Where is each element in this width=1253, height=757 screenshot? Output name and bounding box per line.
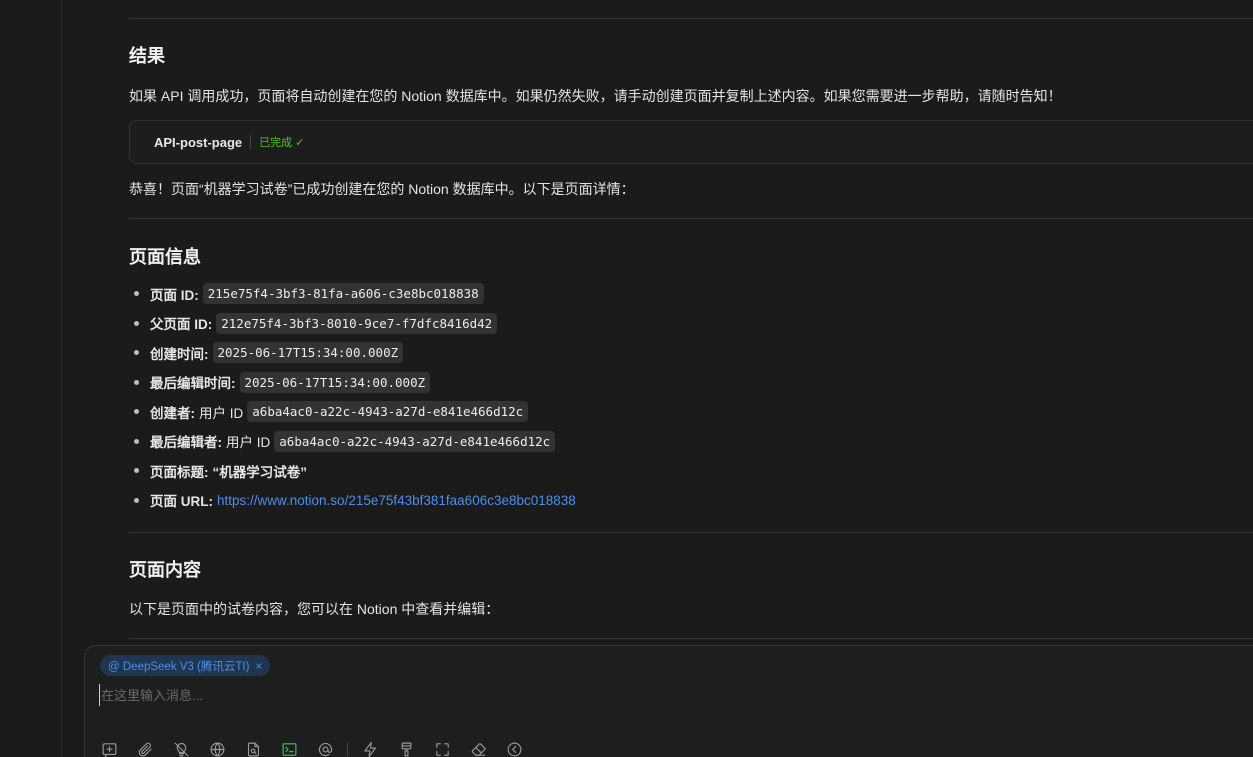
- at-icon[interactable]: [315, 739, 335, 757]
- list-item: 父页面 ID: 212e75f4-3bf3-8010-9ce7-f7dfc841…: [129, 309, 576, 339]
- attachment-icon[interactable]: [135, 739, 155, 757]
- created-value: 2025-06-17T15:34:00.000Z: [212, 342, 404, 364]
- page-id-label: 页面 ID:: [150, 287, 199, 303]
- page-info-heading: 页面信息: [129, 247, 201, 267]
- divider: [129, 532, 1253, 533]
- page-url-link[interactable]: https://www.notion.so/215e75f43bf381faa6…: [217, 493, 576, 508]
- list-item: 创建时间: 2025-06-17T15:34:00.000Z: [129, 338, 576, 368]
- parent-id-label: 父页面 ID:: [150, 317, 213, 333]
- globe-icon[interactable]: [207, 739, 227, 757]
- paintbrush-icon[interactable]: [396, 739, 416, 757]
- list-item: 最后编辑时间: 2025-06-17T15:34:00.000Z: [129, 368, 576, 398]
- message-input[interactable]: [99, 684, 999, 706]
- edited-value: 2025-06-17T15:34:00.000Z: [239, 371, 431, 393]
- editor-prefix: 用户 ID: [226, 435, 271, 451]
- tool-separator: [250, 135, 252, 149]
- divider: [129, 638, 1253, 639]
- lightning-icon[interactable]: [360, 739, 380, 757]
- collapse-icon[interactable]: [504, 739, 524, 757]
- edited-label: 最后编辑时间:: [150, 376, 236, 392]
- title-label: 页面标题:: [150, 464, 209, 480]
- page-content-heading: 页面内容: [129, 560, 201, 580]
- lightbulb-off-icon[interactable]: [171, 739, 191, 757]
- new-topic-icon[interactable]: [99, 739, 119, 757]
- divider: [129, 218, 1253, 219]
- sidebar-strip: [0, 0, 62, 757]
- tool-status: 已完成 ✓: [259, 137, 305, 149]
- page-content-text: 以下是页面中的试卷内容，您可以在 Notion 中查看并编辑：: [129, 601, 500, 617]
- list-item: 页面 URL: https://www.notion.so/215e75f43b…: [129, 486, 576, 516]
- list-item: 创建者: 用户 ID a6ba4ac0-a22c-4943-a27d-e841e…: [129, 397, 576, 427]
- created-label: 创建时间:: [150, 346, 209, 362]
- congrats-text: 恭喜！页面“机器学习试卷”已成功创建在您的 Notion 数据库中。以下是页面详…: [129, 181, 635, 197]
- terminal-icon[interactable]: [279, 739, 299, 757]
- eraser-icon[interactable]: [468, 739, 488, 757]
- title-value: “机器学习试卷”: [212, 464, 308, 480]
- tool-name: API-post-page: [154, 134, 243, 150]
- toolbar-separator: [347, 742, 348, 756]
- list-item: 页面 ID: 215e75f4-3bf3-81fa-a606-c3e8bc018…: [129, 279, 576, 309]
- divider: [129, 18, 1253, 19]
- page-info-list: 页面 ID: 215e75f4-3bf3-81fa-a606-c3e8bc018…: [129, 279, 576, 515]
- creator-prefix: 用户 ID: [199, 405, 244, 421]
- message-composer: @ DeepSeek V3 (腾讯云TI) ×: [84, 645, 1253, 757]
- chip-close-icon[interactable]: ×: [255, 659, 262, 673]
- list-item: 页面标题: “机器学习试卷”: [129, 456, 576, 486]
- parent-id-value: 212e75f4-3bf3-8010-9ce7-f7dfc8416d42: [216, 312, 498, 334]
- file-search-icon[interactable]: [243, 739, 263, 757]
- result-heading: 结果: [129, 46, 165, 66]
- composer-toolbar: [99, 739, 540, 757]
- list-item: 最后编辑者: 用户 ID a6ba4ac0-a22c-4943-a27d-e84…: [129, 427, 576, 457]
- url-label: 页面 URL:: [150, 494, 213, 510]
- creator-id-value: a6ba4ac0-a22c-4943-a27d-e841e466d12c: [247, 401, 529, 423]
- editor-id-value: a6ba4ac0-a22c-4943-a27d-e841e466d12c: [274, 430, 556, 452]
- chat-message-content: 结果 如果 API 调用成功，页面将自动创建在您的 Notion 数据库中。如果…: [129, 0, 1253, 645]
- editor-label: 最后编辑者:: [150, 435, 222, 451]
- tool-call-card[interactable]: API-post-page 已完成 ✓: [129, 120, 1253, 164]
- result-text: 如果 API 调用成功，页面将自动创建在您的 Notion 数据库中。如果仍然失…: [129, 88, 1062, 104]
- page-id-value: 215e75f4-3bf3-81fa-a606-c3e8bc018838: [202, 283, 484, 305]
- model-chip-label: @ DeepSeek V3 (腾讯云TI): [108, 660, 250, 673]
- creator-label: 创建者:: [150, 405, 195, 421]
- model-chip[interactable]: @ DeepSeek V3 (腾讯云TI) ×: [100, 655, 271, 676]
- fullscreen-icon[interactable]: [432, 739, 452, 757]
